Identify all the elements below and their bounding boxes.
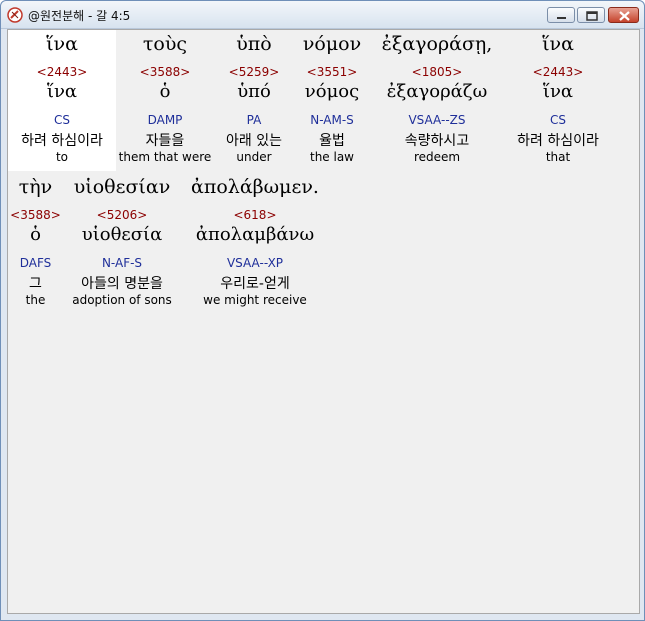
lemma-word: ἵνα	[46, 81, 78, 102]
greek-word: τὴν	[18, 176, 53, 198]
korean-gloss: 아래 있는	[226, 133, 282, 149]
strong-number: <1805>	[411, 65, 463, 79]
lemma-word: ὁ	[30, 224, 41, 245]
parsing-code: CS	[550, 113, 566, 127]
strong-number: <2443>	[36, 65, 88, 79]
korean-gloss: 그	[29, 276, 42, 292]
greek-word: ὑπὸ	[236, 33, 272, 55]
parsing-code: PA	[246, 113, 262, 127]
maximize-icon	[586, 11, 598, 21]
korean-gloss: 하려 하심이라	[21, 133, 103, 149]
english-gloss: we might receive	[203, 293, 307, 307]
parsing-code: N-AM-S	[310, 113, 354, 127]
greek-word: ἵνα	[46, 33, 78, 55]
close-icon	[619, 11, 630, 21]
strong-number: <618>	[233, 208, 277, 222]
interlinear-panel[interactable]: ἵνα <2443> ἵνα CS 하려 하심이라 to τοὺς <3588>…	[7, 29, 640, 614]
strong-number: <5259>	[228, 65, 280, 79]
parsing-code: DAMP	[147, 113, 183, 127]
lemma-word: ἐξαγοράζω	[386, 81, 488, 102]
strong-number: <5206>	[96, 208, 148, 222]
word-cell[interactable]: υἱοθεσίαν <5206> υἱοθεσία N-AF-S 아들의 명분을…	[63, 173, 181, 314]
title-bar[interactable]: @원전분해 - 갈 4:5	[1, 1, 644, 29]
word-cell[interactable]: νόμον <3551> νόμος N-AM-S 율법 the law	[294, 30, 370, 171]
english-gloss: them that were	[118, 150, 212, 164]
minimize-icon	[557, 17, 566, 19]
lemma-word: ὑπό	[237, 81, 271, 102]
korean-gloss: 속량하시고	[404, 133, 470, 149]
maximize-button[interactable]	[577, 7, 605, 23]
parsing-code: VSAA--XP	[226, 256, 284, 270]
lemma-word: νόμος	[304, 81, 360, 102]
minimize-button[interactable]	[547, 7, 575, 23]
bible-app-icon	[7, 7, 23, 23]
english-gloss: to	[55, 150, 69, 164]
korean-gloss: 아들의 명분을	[81, 276, 163, 292]
strong-number: <3551>	[306, 65, 358, 79]
english-gloss: the	[25, 293, 46, 307]
english-gloss: the law	[309, 150, 354, 164]
greek-word: ἀπολάβωμεν.	[191, 176, 319, 198]
word-cell[interactable]: τὴν <3588> ὁ DAFS 그 the	[8, 173, 63, 314]
parsing-code: N-AF-S	[101, 256, 143, 270]
greek-word: ἵνα	[542, 33, 574, 55]
parsing-code: CS	[54, 113, 70, 127]
english-gloss: that	[545, 150, 571, 164]
window-title: @원전분해 - 갈 4:5	[28, 9, 131, 23]
korean-gloss: 우리로-얻게	[220, 276, 290, 292]
lemma-word: ἵνα	[542, 81, 574, 102]
korean-gloss: 율법	[319, 133, 345, 149]
word-cell[interactable]: ὑπὸ <5259> ὑπό PA 아래 있는 under	[214, 30, 294, 171]
word-cell[interactable]: ἵνα <2443> ἵνα CS 하려 하심이라 that	[504, 30, 612, 171]
close-button[interactable]	[608, 7, 639, 23]
lemma-word: υἱοθεσία	[81, 224, 163, 245]
word-cell[interactable]: τοὺς <3588> ὁ DAMP 자들을 them that were	[116, 30, 214, 171]
greek-word: τοὺς	[142, 33, 188, 55]
strong-number: <3588>	[139, 65, 191, 79]
english-gloss: under	[236, 150, 272, 164]
greek-word: νόμον	[302, 33, 362, 55]
english-gloss: adoption of sons	[72, 293, 172, 307]
greek-word: υἱοθεσίαν	[73, 176, 171, 198]
english-gloss: redeem	[413, 150, 461, 164]
korean-gloss: 하려 하심이라	[517, 133, 599, 149]
parsing-code: DAFS	[19, 256, 52, 270]
word-cell[interactable]: ἵνα <2443> ἵνα CS 하려 하심이라 to	[8, 30, 116, 171]
app-window: @원전분해 - 갈 4:5 ἵνα <2443> ἵνα CS 하려 하심이라 …	[0, 0, 645, 621]
strong-number: <3588>	[10, 208, 61, 222]
word-cell[interactable]: ἐξαγοράσῃ, <1805> ἐξαγοράζω VSAA--ZS 속량하…	[370, 30, 504, 171]
korean-gloss: 자들을	[145, 133, 185, 149]
strong-number: <2443>	[532, 65, 584, 79]
word-cell[interactable]: ἀπολάβωμεν. <618> ἀπολαμβάνω VSAA--XP 우리…	[181, 173, 329, 314]
lemma-word: ἀπολαμβάνω	[195, 224, 315, 245]
parsing-code: VSAA--ZS	[408, 113, 466, 127]
lemma-word: ὁ	[159, 81, 171, 102]
greek-word: ἐξαγοράσῃ,	[381, 33, 493, 55]
